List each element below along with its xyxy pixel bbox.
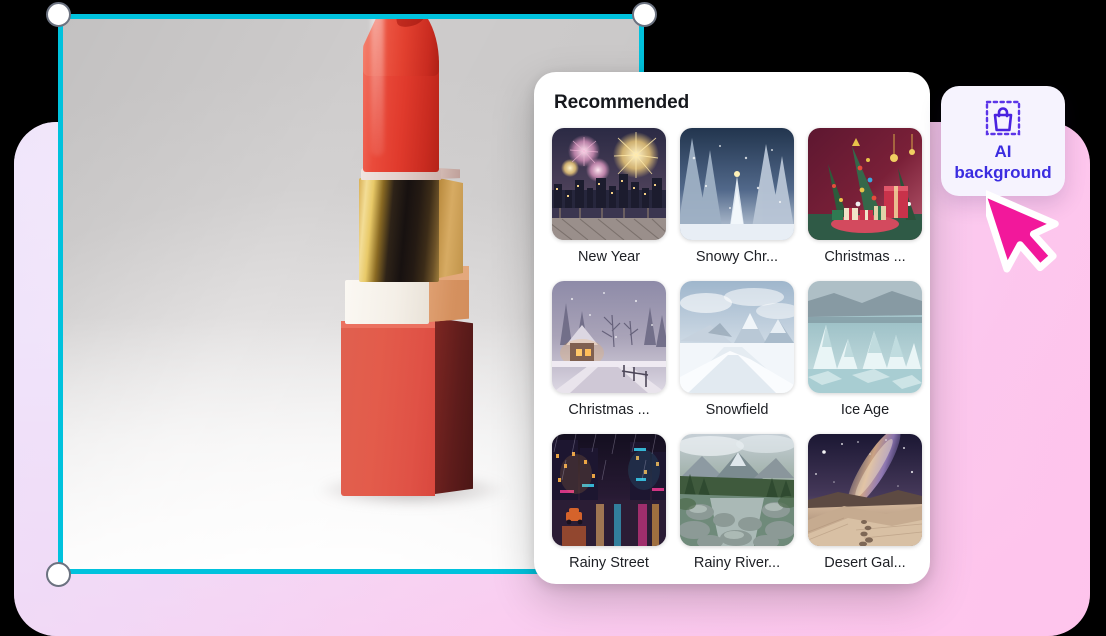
list-item[interactable]: Desert Gal... xyxy=(808,434,922,581)
list-item-label: Desert Gal... xyxy=(824,555,906,571)
snowfield-mountain-thumbnail[interactable] xyxy=(680,281,794,393)
recommended-panel: Recommended New Year Snowy Chr... Christ… xyxy=(534,72,930,584)
list-item-label: Rainy Street xyxy=(569,555,649,571)
ice-glacier-thumbnail[interactable] xyxy=(808,281,922,393)
lipstick-product xyxy=(289,14,535,512)
list-item[interactable]: Christmas ... xyxy=(552,281,666,428)
desert-galaxy-thumbnail[interactable] xyxy=(808,434,922,546)
list-item-label: Christmas ... xyxy=(568,402,650,418)
base-front-face xyxy=(341,326,435,496)
fireworks-city-thumbnail[interactable] xyxy=(552,128,666,240)
list-item[interactable]: Snowfield xyxy=(680,281,794,428)
list-item[interactable]: Snowy Chr... xyxy=(680,128,794,275)
base-side-face xyxy=(435,318,473,494)
selection-handle-bottom-left[interactable] xyxy=(46,562,71,587)
list-item-label: Snowy Chr... xyxy=(695,249,779,265)
lipstick-highlight xyxy=(371,14,384,156)
list-item-label: Ice Age xyxy=(840,402,890,418)
rainy-river-rocks-thumbnail[interactable] xyxy=(680,434,794,546)
arrow-pointer-cursor xyxy=(978,176,1060,280)
list-item[interactable]: Christmas ... xyxy=(808,128,922,275)
neck-ring-side xyxy=(438,168,460,179)
rainy-night-street-thumbnail[interactable] xyxy=(552,434,666,546)
list-item-label: Snowfield xyxy=(705,402,769,418)
list-item[interactable]: Ice Age xyxy=(808,281,922,428)
selection-handle-top-right[interactable] xyxy=(632,2,657,27)
list-item[interactable]: Rainy Street xyxy=(552,434,666,581)
christmas-trees-gifts-thumbnail[interactable] xyxy=(808,128,922,240)
recommended-grid: New Year Snowy Chr... Christmas ... Chri… xyxy=(552,128,922,581)
list-item-label: Rainy River... xyxy=(693,555,781,571)
snowy-forest-thumbnail[interactable] xyxy=(680,128,794,240)
list-item[interactable]: Rainy River... xyxy=(680,434,794,581)
ai-background-label-line1: AI xyxy=(994,142,1012,161)
metallic-barrel xyxy=(359,178,439,282)
list-item-label: New Year xyxy=(577,249,641,265)
recommended-title: Recommended xyxy=(554,92,690,113)
app-stage: Recommended New Year Snowy Chr... Christ… xyxy=(0,0,1106,636)
snowy-village-road-thumbnail[interactable] xyxy=(552,281,666,393)
list-item[interactable]: New Year xyxy=(552,128,666,275)
ai-bag-selection-icon xyxy=(983,98,1023,138)
selection-handle-top-left[interactable] xyxy=(46,2,71,27)
barrel-side-face xyxy=(439,178,463,278)
collar-front-face xyxy=(345,280,429,324)
list-item-label: Christmas ... xyxy=(824,249,906,265)
